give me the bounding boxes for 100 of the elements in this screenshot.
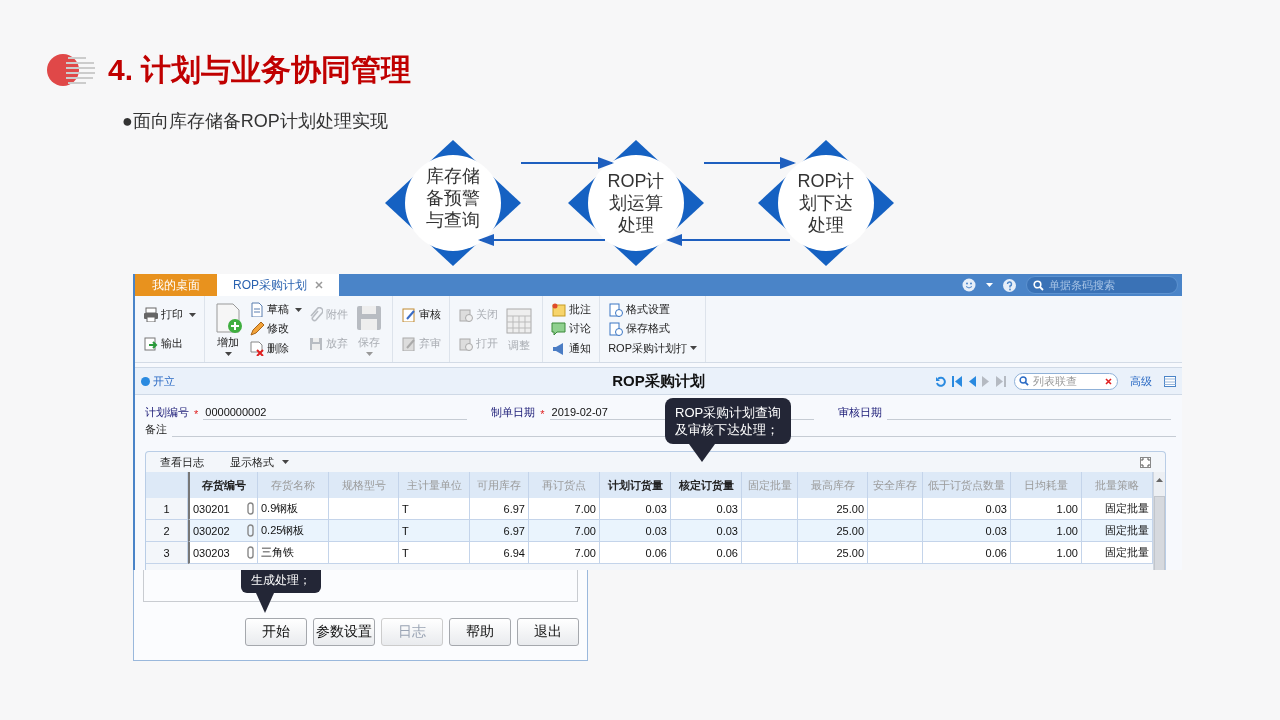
- table-cell: 0.9钢板: [258, 498, 329, 520]
- field-label: 计划编号: [145, 405, 189, 420]
- caret-icon: [295, 307, 303, 312]
- bullet-text: ●面向库存储备ROP计划处理实现: [122, 110, 389, 132]
- row-number: 2: [146, 520, 188, 542]
- caret-icon: [282, 460, 289, 464]
- toolbar-button[interactable]: 删除: [249, 340, 303, 356]
- table-cell: [329, 498, 399, 520]
- table-cell: 0.03: [600, 520, 671, 542]
- expand-icon[interactable]: [1140, 456, 1151, 468]
- toolbar-button[interactable]: 批注: [551, 302, 592, 318]
- table-cell: T: [399, 520, 470, 542]
- tab[interactable]: ROP采购计划: [217, 274, 339, 296]
- table-cell: 0.03: [671, 520, 742, 542]
- filter-field[interactable]: 列表联查: [1014, 372, 1118, 390]
- menu-button[interactable]: ROP采购计划打: [608, 340, 697, 356]
- field-label: 备注: [145, 422, 167, 437]
- table-cell: 6.97: [470, 520, 529, 542]
- table-cell: 0.06: [671, 542, 742, 564]
- toolbar-button[interactable]: 保存格式: [608, 321, 697, 337]
- caret-icon: [365, 351, 373, 356]
- dialog-button[interactable]: 开始: [245, 618, 307, 646]
- export-icon: [143, 336, 158, 351]
- text-field[interactable]: 0000000002: [203, 405, 468, 420]
- table-cell: 6.97: [470, 498, 529, 520]
- row-number: 1: [146, 498, 188, 520]
- table-cell: [868, 542, 923, 564]
- toolbar-button[interactable]: 输出: [143, 336, 197, 351]
- table-cell: 0.03: [923, 498, 1011, 520]
- grid-action-button[interactable]: 查看日志: [160, 454, 204, 470]
- table-icon[interactable]: [1164, 375, 1176, 387]
- advanced-link[interactable]: 高级: [1130, 373, 1152, 389]
- status-label: 开立: [153, 373, 175, 389]
- table-cell: 030203: [188, 542, 258, 564]
- format-icon: [608, 302, 624, 318]
- clear-icon[interactable]: [1105, 377, 1112, 385]
- next-icon[interactable]: [982, 375, 990, 387]
- table-cell: 0.25钢板: [258, 520, 329, 542]
- help-icon[interactable]: [1003, 278, 1016, 292]
- caret-icon[interactable]: [986, 283, 993, 287]
- caret-icon: [224, 351, 232, 356]
- table-cell: [742, 498, 798, 520]
- table-cell: 25.00: [798, 498, 868, 520]
- table-cell: 1.00: [1011, 498, 1082, 520]
- dialog-button[interactable]: 退出: [517, 618, 579, 646]
- table-cell: [329, 542, 399, 564]
- row-number: 3: [146, 542, 188, 564]
- table-cell: 030202: [188, 520, 258, 542]
- document-title: ROP采购计划: [612, 371, 705, 391]
- note-icon: [551, 302, 567, 318]
- printer-icon: [143, 307, 158, 322]
- smiley-icon[interactable]: [962, 278, 976, 292]
- scrollbar[interactable]: [1153, 472, 1165, 570]
- previous-icon[interactable]: [968, 375, 976, 387]
- column-header[interactable]: 存货编号: [188, 472, 258, 498]
- toolbar-button[interactable]: 通知: [551, 340, 592, 356]
- node-label: 库存储 备预警 与查询: [426, 166, 480, 230]
- table-cell: 三角铁: [258, 542, 329, 564]
- node-label: ROP计 划下达 处理: [797, 171, 855, 235]
- pencil-icon: [249, 321, 265, 337]
- table-cell: [868, 498, 923, 520]
- scroll-up-icon[interactable]: [1156, 478, 1163, 482]
- table-cell: [742, 542, 798, 564]
- clipboard-icon: [401, 307, 417, 322]
- search-icon: [1033, 279, 1044, 291]
- table-cell: T: [399, 498, 470, 520]
- refresh-icon[interactable]: [935, 375, 946, 387]
- table-cell: 固定批量: [1082, 498, 1153, 520]
- dialog-button[interactable]: 参数设置: [313, 618, 375, 646]
- clipboard-icon: [401, 336, 417, 351]
- caret-icon: [189, 312, 197, 317]
- search-field[interactable]: 单据条码搜索: [1026, 276, 1178, 294]
- close-icon[interactable]: [315, 281, 323, 289]
- required-mark: *: [540, 408, 545, 420]
- toolbar-button[interactable]: 草稿: [249, 302, 303, 318]
- toolbar-button[interactable]: 打印: [143, 307, 197, 322]
- table-cell: 固定批量: [1082, 542, 1153, 564]
- last-page-icon[interactable]: [996, 375, 1006, 387]
- toolbar-button[interactable]: 修改: [249, 321, 303, 337]
- column-header[interactable]: 计划订货量: [600, 472, 671, 498]
- field-label: 审核日期: [837, 405, 882, 420]
- table-cell: 25.00: [798, 520, 868, 542]
- first-page-icon[interactable]: [952, 375, 962, 387]
- table-cell: 1.00: [1011, 520, 1082, 542]
- tooltip: 生成处理；: [241, 570, 321, 613]
- grid-action-button[interactable]: 显示格式: [230, 454, 289, 470]
- column-header[interactable]: 核定订货量: [671, 472, 742, 498]
- table-cell: 030201: [188, 498, 258, 520]
- table-cell: 7.00: [529, 542, 600, 564]
- table-cell: 0.06: [600, 542, 671, 564]
- table-cell: 25.00: [798, 542, 868, 564]
- caret-icon: [689, 346, 697, 351]
- toolbar-button[interactable]: 增加: [213, 302, 244, 356]
- toolbar-button[interactable]: 格式设置: [608, 302, 697, 318]
- table-cell: 7.00: [529, 520, 600, 542]
- toolbar-button[interactable]: 讨论: [551, 321, 592, 337]
- dialog-button[interactable]: 帮助: [449, 618, 511, 646]
- table-cell: 0.03: [923, 520, 1011, 542]
- toolbar-button[interactable]: 审核: [401, 307, 442, 322]
- search-icon: [1019, 376, 1029, 386]
